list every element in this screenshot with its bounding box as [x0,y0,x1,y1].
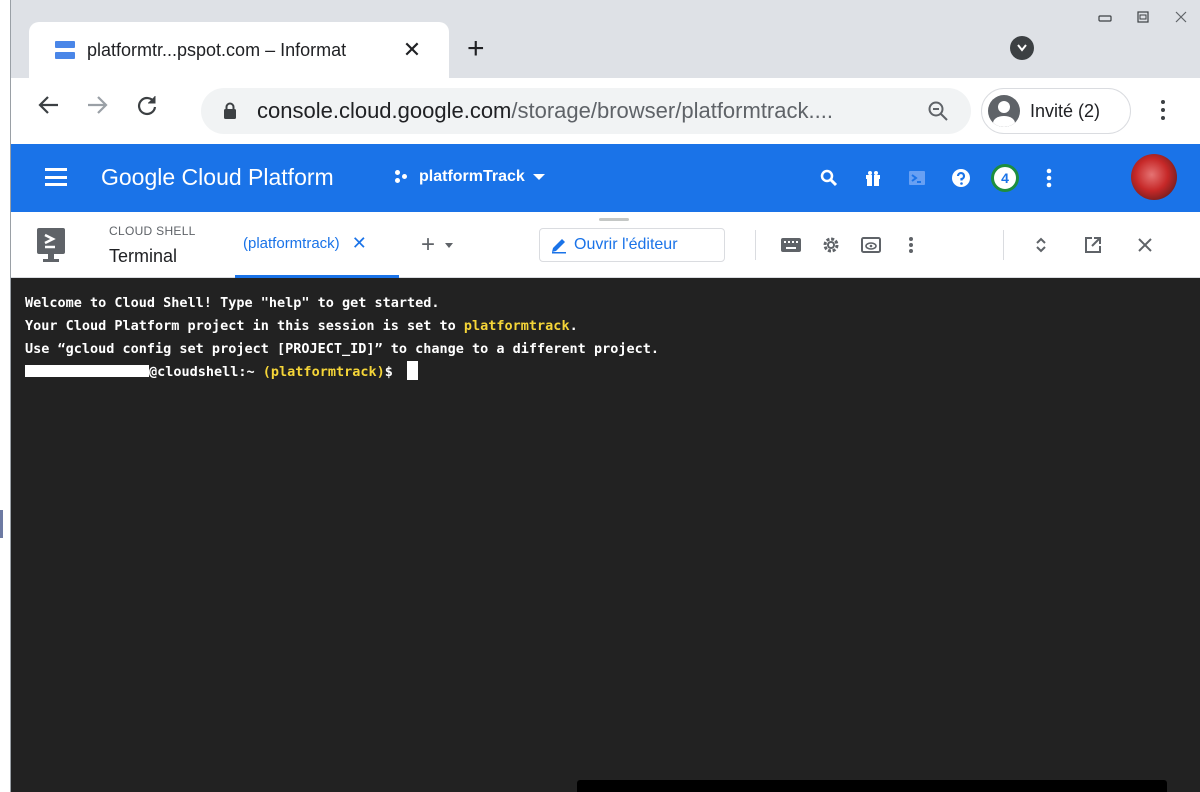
terminal-scrollbar[interactable] [577,780,1167,792]
dropdown-caret-icon [532,174,545,180]
browser-toolbar: console.cloud.google.com/storage/browser… [11,78,1200,144]
redacted-username [25,364,149,377]
open-editor-button[interactable]: Ouvrir l'éditeur [539,228,725,262]
browser-window: platformtr...pspot.com – Informat ✕ + co… [10,0,1200,792]
user-avatar[interactable] [1131,154,1177,200]
web-preview-icon[interactable] [851,230,891,260]
terminal-monitor-icon [37,228,65,262]
cloud-shell-label: CLOUD SHELL [109,224,196,238]
session-close-icon[interactable]: ✕ [352,233,367,254]
reload-icon[interactable] [127,92,167,123]
url-host: console.cloud.google.com [257,98,512,123]
terminal-cursor [406,360,418,380]
gift-icon[interactable] [855,164,891,192]
window-tools [1021,230,1165,260]
drag-handle[interactable] [599,218,629,221]
search-icon[interactable] [811,164,847,192]
project-dots-icon [395,170,409,184]
shell-kebab-menu-icon[interactable] [891,230,931,260]
browser-kebab-menu-icon[interactable] [1153,100,1173,120]
session-tab-label: (platformtrack) [243,235,340,252]
project-highlight: platformtrack [463,318,570,334]
help-icon[interactable] [943,164,979,192]
shell-tools [771,230,931,260]
terminal-text: . [569,318,578,334]
gcp-header: Google Cloud Platform platformTrack 4 [11,144,1200,212]
address-bar[interactable]: console.cloud.google.com/storage/browser… [201,88,971,134]
back-arrow-icon[interactable] [29,92,69,123]
storage-favicon-icon [55,41,75,59]
tab-title: platformtr...pspot.com – Informat [87,39,347,60]
left-edge-marker [0,510,3,538]
project-picker[interactable]: platformTrack [395,168,545,186]
toolbar-divider [755,230,756,260]
url-path: /storage/browser/platformtrack.... [511,98,833,123]
session-tab[interactable]: (platformtrack) ✕ [235,212,399,278]
open-new-window-icon[interactable] [1073,230,1113,260]
chevron-down-icon [445,242,454,248]
tab-close-icon[interactable]: ✕ [400,37,424,63]
expand-icon[interactable] [1021,230,1061,260]
prompt-symbol: $ [384,364,401,380]
cloud-shell-icon[interactable] [899,164,935,192]
project-name: platformTrack [419,168,525,185]
terminal-line: Use “gcloud config set project [PROJECT_… [25,341,659,357]
add-session-label: + [421,231,436,258]
hamburger-icon[interactable] [45,168,67,186]
settings-icon[interactable] [811,230,851,260]
terminal-output[interactable]: Welcome to Cloud Shell! Type "help" to g… [11,278,1200,792]
prompt-project: (platformtrack) [262,364,385,380]
pencil-icon [552,239,566,254]
close-icon[interactable] [1125,230,1165,260]
prompt-host: @cloudshell:~ [149,364,263,380]
keyboard-icon[interactable] [771,230,811,260]
notification-count: 4 [991,164,1019,192]
new-tab-button[interactable]: + [467,34,485,64]
header-actions: 4 [811,164,1075,192]
profile-label: Invité (2) [1030,100,1101,121]
terminal-line: Your Cloud Platform project in this sess… [25,315,1200,338]
terminal-line: Welcome to Cloud Shell! Type "help" to g… [25,295,440,311]
gcp-kebab-menu-icon[interactable] [1031,164,1067,192]
add-session-button[interactable]: + [421,231,454,258]
gcp-title[interactable]: Google Cloud Platform [101,164,334,191]
open-editor-label: Ouvrir l'éditeur [574,236,678,253]
zoom-icon[interactable] [927,100,949,122]
tab-strip: platformtr...pspot.com – Informat ✕ + [11,0,1200,78]
profile-button[interactable]: Invité (2) [981,88,1131,134]
terminal-label: Terminal [109,246,178,266]
browser-tab[interactable]: platformtr...pspot.com – Informat ✕ [29,22,449,78]
lock-icon[interactable] [223,102,237,120]
url-text: console.cloud.google.com/storage/browser… [257,98,833,124]
terminal-prompt: @cloudshell:~ (platformtrack)$ [25,360,1200,384]
cloud-shell-bar: CLOUD SHELL Terminal (platformtrack) ✕ +… [11,212,1200,278]
forward-arrow-icon[interactable] [77,92,117,123]
tab-search-icon[interactable] [1010,36,1034,60]
terminal-text: Your Cloud Platform project in this sess… [25,318,464,334]
profile-icon [988,95,1020,127]
notifications-badge[interactable]: 4 [987,164,1023,192]
toolbar-divider [1003,230,1004,260]
